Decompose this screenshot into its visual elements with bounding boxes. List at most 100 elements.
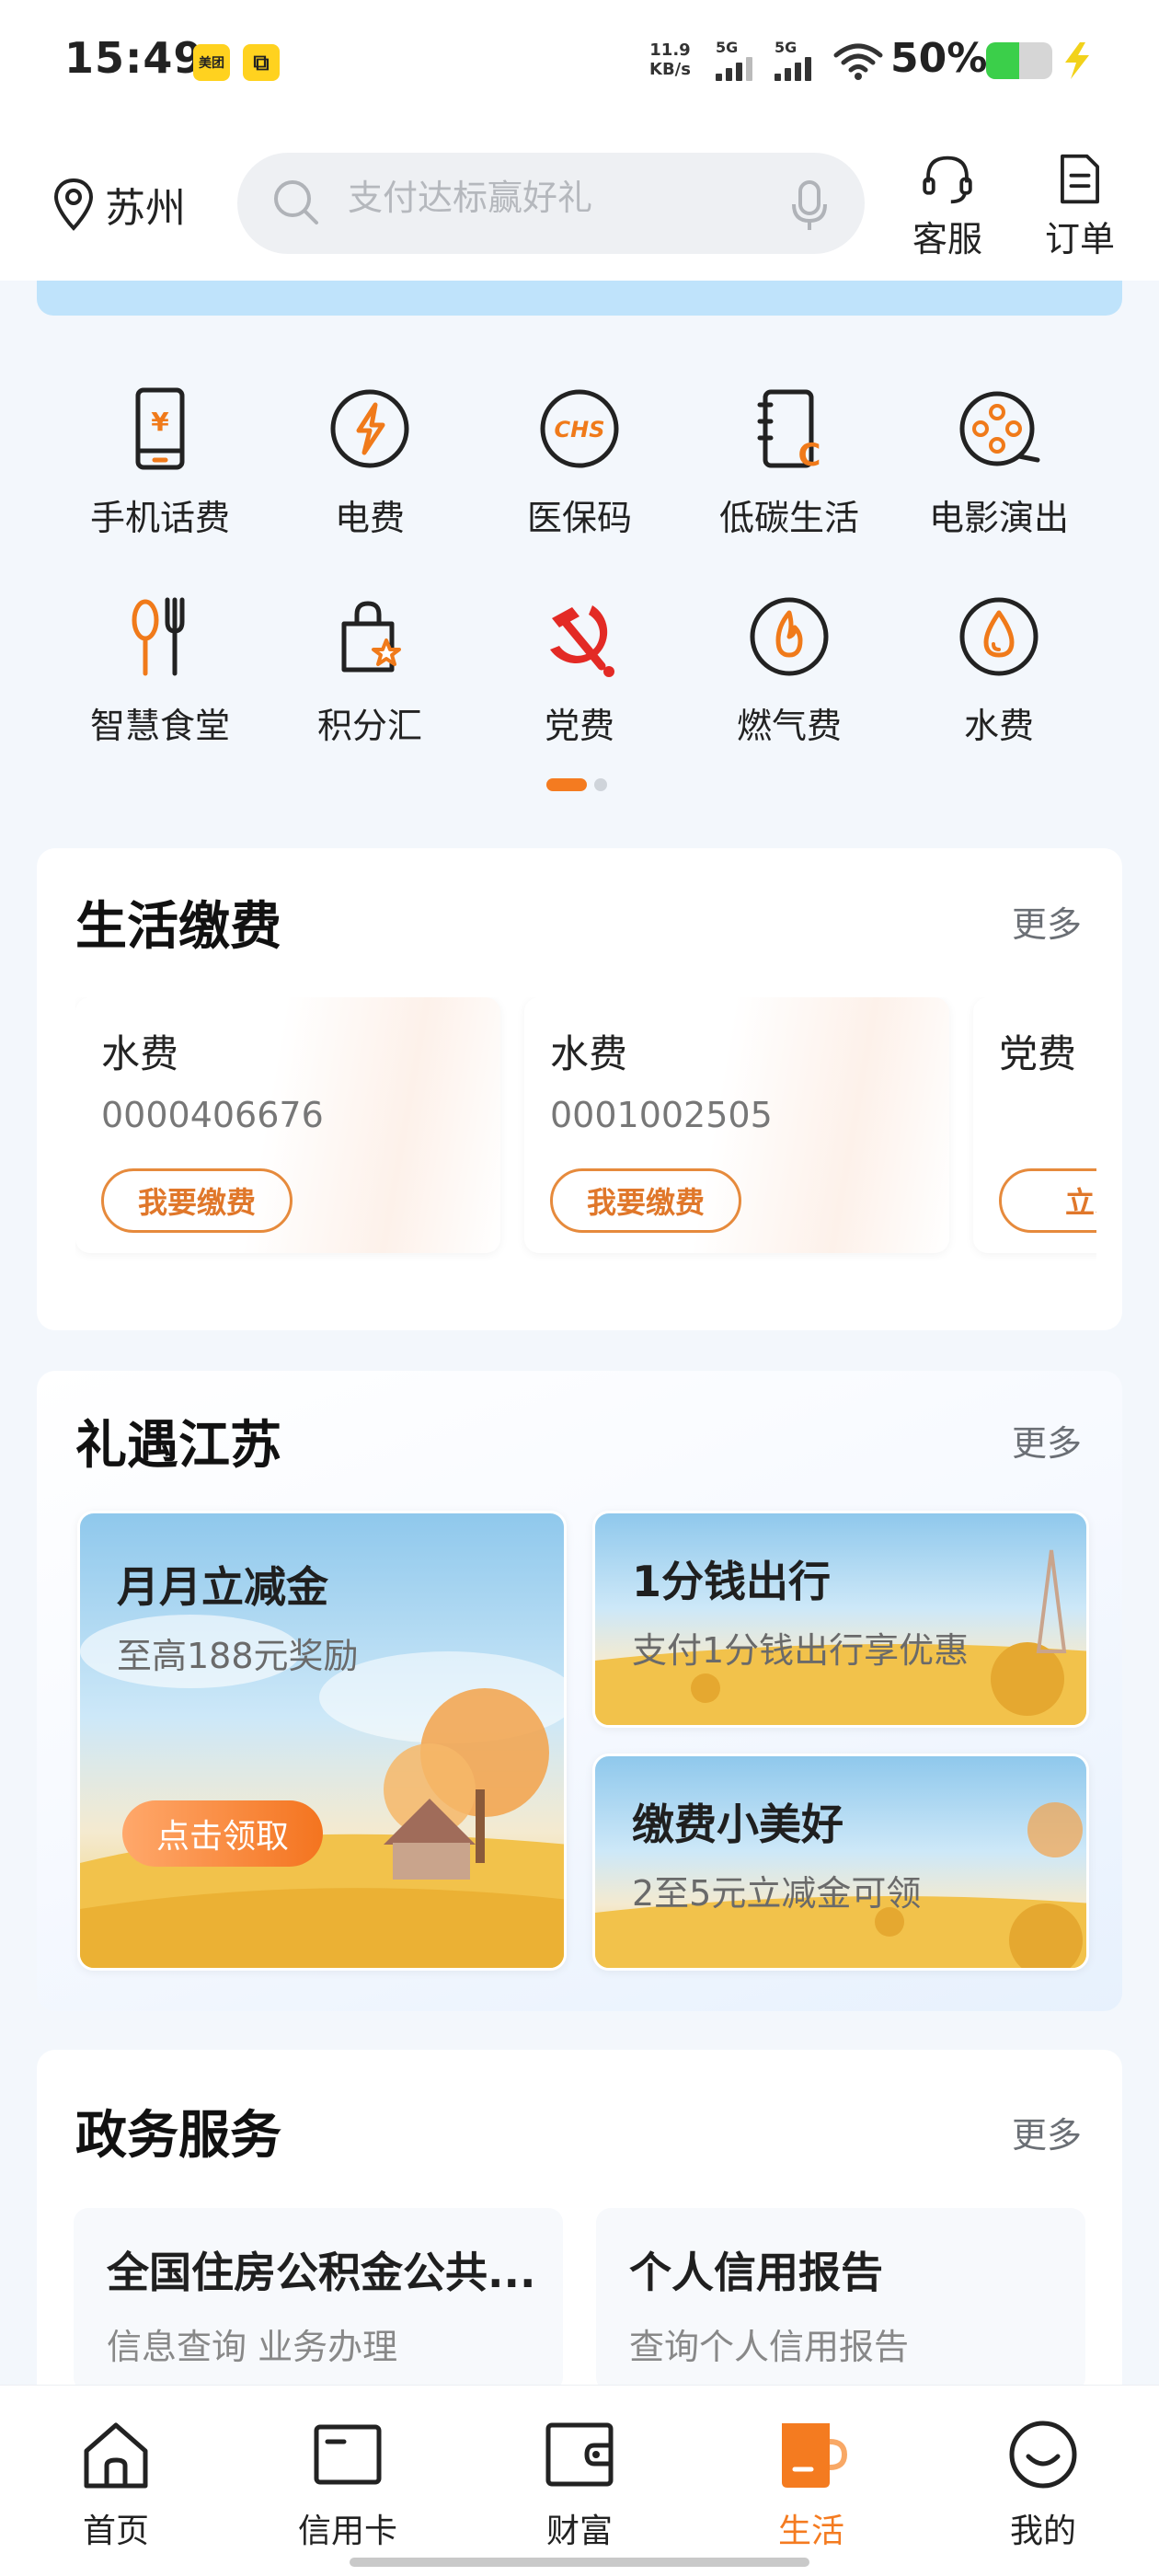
promo-side-1-title: 1分钱出行 <box>632 1557 832 1606</box>
microphone-icon[interactable] <box>789 178 830 234</box>
location-pin-icon[interactable] <box>52 177 96 232</box>
promo-main-subtitle: 至高188元奖励 <box>117 1636 359 1676</box>
page-indicator-active <box>546 778 587 791</box>
quick-phone-bill[interactable]: ¥ 手机话费 <box>68 385 252 541</box>
gov-item-credit-report[interactable]: 个人信用报告 查询个人信用报告 <box>596 2208 1085 2392</box>
quick-label: 智慧食堂 <box>89 706 230 746</box>
orders-button[interactable]: 订单 <box>1034 151 1126 261</box>
net-speed-value: 11.9 <box>649 40 691 60</box>
quick-label: 积分汇 <box>316 706 422 746</box>
svg-text:¥: ¥ <box>151 407 169 437</box>
status-time: 15:49 <box>64 33 204 83</box>
gov-services-more-link[interactable]: 更多 <box>1012 2107 1082 2157</box>
quick-label: 党费 <box>544 706 614 746</box>
signal-1-label: 5G <box>716 39 739 56</box>
quick-label: 水费 <box>963 706 1034 746</box>
battery-fill <box>986 42 1019 79</box>
quick-gas-fee[interactable]: 燃气费 <box>697 592 881 749</box>
quick-label: 燃气费 <box>736 706 842 746</box>
bill-name: 党费 <box>999 1031 1077 1076</box>
canteen-icon <box>132 597 185 676</box>
bill-account: 0001002505 <box>550 1095 773 1135</box>
customer-service-label: 客服 <box>912 219 982 259</box>
gov-item-subtitle: 信息查询 业务办理 <box>107 2327 398 2367</box>
quick-label: 电影演出 <box>928 498 1069 538</box>
quick-party-fee[interactable]: 党费 <box>488 592 671 749</box>
net-speed-unit: KB/s <box>649 60 691 79</box>
phone-bill-icon: ¥ <box>135 387 185 470</box>
bill-card[interactable]: 党费 立即 <box>973 997 1096 1253</box>
nav-label: 我的 <box>1009 2513 1076 2550</box>
nav-label: 财富 <box>545 2513 613 2550</box>
windmill-field-illustration <box>595 1549 1086 1725</box>
quick-low-carbon[interactable]: C 低碳生活 <box>697 385 881 541</box>
location-name[interactable]: 苏州 <box>105 175 186 234</box>
nav-mine[interactable]: 我的 <box>970 2418 1117 2556</box>
quick-label: 医保码 <box>526 498 632 538</box>
quick-label: 低碳生活 <box>718 498 859 538</box>
water-drop-icon <box>959 597 1039 676</box>
wifi-icon <box>833 43 883 80</box>
bill-card[interactable]: 水费 0000406676 我要缴费 <box>75 997 500 1253</box>
pay-button[interactable]: 我要缴费 <box>550 1168 741 1233</box>
wallet-icon <box>545 2422 614 2487</box>
pay-now-button[interactable]: 立即 <box>999 1168 1096 1233</box>
pay-button[interactable]: 我要缴费 <box>101 1168 293 1233</box>
gas-flame-icon <box>750 597 829 676</box>
quick-electricity[interactable]: 电费 <box>278 385 462 541</box>
coffee-cup-icon <box>782 2423 848 2488</box>
order-document-icon <box>1061 154 1099 204</box>
search-placeholder: 支付达标赢好礼 <box>348 178 593 218</box>
signal-bars-icon <box>775 57 811 81</box>
signal-2-label: 5G <box>775 39 798 56</box>
claim-button[interactable]: 点击领取 <box>122 1800 323 1867</box>
promo-main[interactable]: 月月立减金 至高188元奖励 点击领取 <box>77 1511 567 1971</box>
nav-wealth[interactable]: 财富 <box>506 2418 653 2556</box>
gov-services-title: 政务服务 <box>75 2106 281 2166</box>
bill-card[interactable]: 水费 0001002505 我要缴费 <box>524 997 949 1253</box>
signal-1: 5G <box>716 40 752 81</box>
copy-badge-icon: ⧉ <box>243 44 280 81</box>
gov-item-subtitle: 查询个人信用报告 <box>629 2327 910 2367</box>
signal-bars-icon <box>716 57 752 81</box>
banner-strip[interactable] <box>37 281 1122 316</box>
promo-side-2[interactable]: 缴费小美好 2至5元立减金可领 <box>592 1754 1089 1971</box>
promo-side-1-subtitle: 支付1分钱出行享优惠 <box>632 1630 970 1671</box>
quick-canteen[interactable]: 智慧食堂 <box>68 592 252 749</box>
charging-icon <box>1065 42 1089 79</box>
headset-icon <box>923 155 972 204</box>
quick-water-fee[interactable]: 水费 <box>907 592 1091 749</box>
promotions-more-link[interactable]: 更多 <box>1012 1415 1082 1466</box>
svg-text:C: C <box>798 437 821 473</box>
promo-side-1[interactable]: 1分钱出行 支付1分钱出行享优惠 <box>592 1511 1089 1728</box>
nav-label: 信用卡 <box>297 2513 397 2550</box>
bill-name: 水费 <box>550 1031 628 1076</box>
promo-side-2-title: 缴费小美好 <box>632 1800 843 1849</box>
battery-percent: 50% <box>890 35 988 82</box>
customer-service-button[interactable]: 客服 <box>901 151 993 261</box>
quick-movie[interactable]: 电影演出 <box>907 385 1091 541</box>
nav-label: 生活 <box>777 2513 844 2550</box>
gov-item-title: 个人信用报告 <box>629 2248 883 2297</box>
home-indicator[interactable] <box>350 2558 809 2567</box>
low-carbon-icon: C <box>757 389 821 473</box>
quick-medical-insurance[interactable]: CHS 医保码 <box>488 385 671 541</box>
life-bills-title: 生活缴费 <box>75 897 281 957</box>
battery-icon <box>986 42 1052 79</box>
quick-points[interactable]: 积分汇 <box>278 592 462 749</box>
nav-life[interactable]: 生活 <box>738 2418 885 2556</box>
party-emblem-icon <box>550 605 614 677</box>
promo-side-2-subtitle: 2至5元立减金可领 <box>632 1873 922 1914</box>
nav-home[interactable]: 首页 <box>42 2418 189 2556</box>
promotions-title: 礼遇江苏 <box>75 1416 281 1476</box>
gov-item-housing-fund[interactable]: 全国住房公积金公共... 信息查询 业务办理 <box>74 2208 563 2392</box>
nav-credit-card[interactable]: 信用卡 <box>274 2418 421 2556</box>
page-indicator-inactive <box>594 778 607 791</box>
meituan-badge-icon: 美团 <box>193 44 230 81</box>
credit-card-icon <box>314 2424 382 2485</box>
search-icon <box>274 180 318 224</box>
gov-item-title: 全国住房公积金公共... <box>107 2248 536 2297</box>
bill-account: 0000406676 <box>101 1095 324 1135</box>
home-icon <box>84 2422 148 2489</box>
life-bills-more-link[interactable]: 更多 <box>1012 896 1082 947</box>
